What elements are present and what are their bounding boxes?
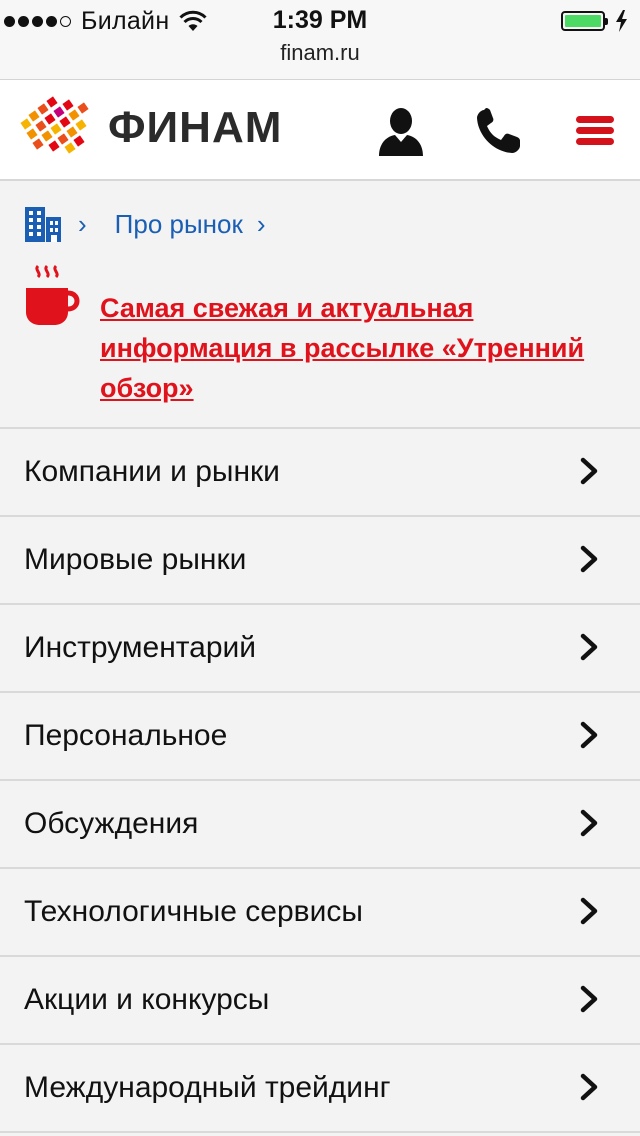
status-time: 1:39 PM [272, 6, 368, 34]
menu-item-tools[interactable]: Инструментарий [0, 605, 640, 693]
breadcrumb-separator: › [256, 209, 266, 239]
breadcrumb-separator: › [78, 209, 87, 239]
site-header: ФИНАМ [0, 80, 640, 181]
menu-item-label: Международный трейдинг [24, 1071, 391, 1104]
menu-item-discussions[interactable]: Обсуждения [0, 781, 640, 869]
finam-logo[interactable]: ФИНАМ [20, 94, 282, 162]
menu-item-label: Компании и рынки [24, 455, 280, 488]
menu-item-world-markets[interactable]: Мировые рынки [0, 517, 640, 605]
breadcrumb-link-market[interactable]: Про рынок [115, 209, 243, 240]
user-icon[interactable] [374, 104, 428, 158]
menu-item-tech-services[interactable]: Технологичные сервисы [0, 869, 640, 957]
phone-icon[interactable] [472, 104, 526, 158]
menu-item-label: Акции и конкурсы [24, 983, 270, 1016]
battery-icon [561, 11, 608, 31]
status-bar: Билайн 1:39 PM finam.ru [0, 0, 640, 80]
coffee-cup-icon [26, 264, 80, 325]
menu-item-label: Персональное [24, 719, 228, 752]
chevron-right-icon [580, 1073, 598, 1101]
menu-item-label: Мировые рынки [24, 543, 247, 576]
newsletter-link[interactable]: Самая свежая и актуальная информация в р… [100, 288, 620, 408]
menu-item-label: Инструментарий [24, 631, 257, 664]
chevron-right-icon [580, 633, 598, 661]
building-icon[interactable] [24, 205, 62, 243]
finam-logo-mark-icon [20, 96, 89, 154]
menu-item-label: Обсуждения [24, 807, 199, 840]
hamburger-menu-icon[interactable] [570, 104, 624, 158]
charging-bolt-icon [616, 10, 627, 32]
menu-item-companies-markets[interactable]: Компании и рынки [0, 429, 640, 517]
chevron-right-icon [580, 985, 598, 1013]
chevron-right-icon [580, 721, 598, 749]
menu-item-international-trading[interactable]: Международный трейдинг [0, 1045, 640, 1133]
breadcrumb: › Про рынок › [24, 200, 294, 248]
logo-text: ФИНАМ [108, 103, 283, 152]
chevron-right-icon [580, 545, 598, 573]
chevron-right-icon [580, 897, 598, 925]
battery-level [565, 15, 601, 27]
menu-item-promotions-contests[interactable]: Акции и конкурсы [0, 957, 640, 1045]
chevron-right-icon [580, 457, 598, 485]
menu-item-label: Технологичные сервисы [24, 895, 363, 928]
chevron-right-icon [580, 809, 598, 837]
status-right [561, 10, 630, 32]
section-menu: Компании и рынки Мировые рынки Инструмен… [0, 427, 640, 1133]
menu-item-personal[interactable]: Персональное [0, 693, 640, 781]
page-url[interactable]: finam.ru [0, 40, 640, 66]
